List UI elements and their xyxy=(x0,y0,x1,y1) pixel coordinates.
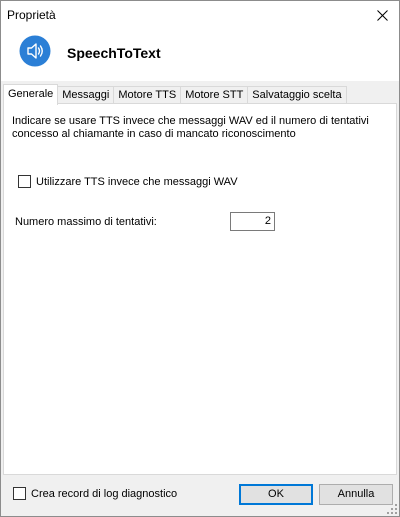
tts-option[interactable]: Utilizzare TTS invece che messaggi WAV xyxy=(18,175,238,188)
log-option[interactable]: Crea record di log diagnostico xyxy=(13,487,177,500)
tts-checkbox[interactable] xyxy=(18,175,31,188)
description-text: Indicare se usare TTS invece che messagg… xyxy=(12,115,369,140)
title-bar: Proprietà xyxy=(1,1,399,29)
tts-checkbox-label: Utilizzare TTS invece che messaggi WAV xyxy=(36,175,238,188)
log-checkbox-label: Crea record di log diagnostico xyxy=(31,487,178,500)
speaker-icon xyxy=(19,35,51,67)
resize-grip-icon[interactable] xyxy=(387,504,397,514)
window-title: Proprietà xyxy=(7,8,56,22)
retry-count-input[interactable]: 2 xyxy=(230,212,275,231)
cancel-button[interactable]: Annulla xyxy=(319,484,393,505)
properties-dialog: Proprietà SpeechToText Generale Messaggi… xyxy=(0,0,400,517)
tab-strip: Generale Messaggi Motore TTS Motore STT … xyxy=(3,84,347,105)
tab-generale[interactable]: Generale xyxy=(3,84,59,105)
tab-motore-stt[interactable]: Motore STT xyxy=(180,86,249,104)
close-icon xyxy=(376,9,388,21)
tab-panel-generale: Indicare se usare TTS invece che messagg… xyxy=(3,103,397,475)
header-banner: SpeechToText xyxy=(1,29,399,81)
log-checkbox[interactable] xyxy=(13,487,26,500)
tab-messaggi[interactable]: Messaggi xyxy=(57,86,115,104)
ok-button[interactable]: OK xyxy=(239,484,313,505)
tab-motore-tts[interactable]: Motore TTS xyxy=(113,86,182,104)
retry-label: Numero massimo di tentativi: xyxy=(15,216,157,228)
app-name: SpeechToText xyxy=(67,45,161,61)
tab-salvataggio-scelta[interactable]: Salvataggio scelta xyxy=(247,86,347,104)
close-button[interactable] xyxy=(365,1,399,29)
